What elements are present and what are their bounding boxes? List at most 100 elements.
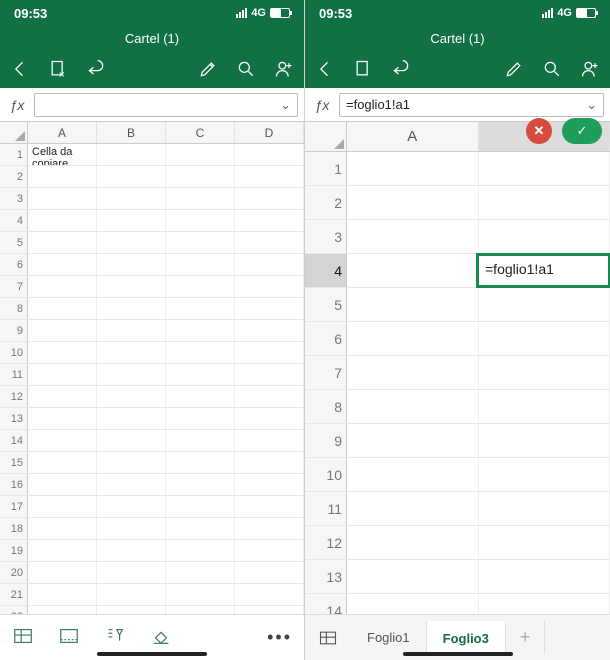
cell[interactable]: [97, 342, 166, 363]
more-icon[interactable]: •••: [267, 627, 292, 648]
cell[interactable]: [166, 342, 235, 363]
cell[interactable]: [235, 496, 304, 517]
cell[interactable]: [97, 364, 166, 385]
cell[interactable]: [347, 186, 479, 219]
cell[interactable]: [479, 220, 610, 253]
cell[interactable]: [479, 186, 610, 219]
search-icon[interactable]: [542, 59, 562, 79]
cell[interactable]: [97, 452, 166, 473]
cell[interactable]: [28, 408, 97, 429]
share-person-icon[interactable]: [274, 59, 294, 79]
search-icon[interactable]: [236, 59, 256, 79]
row-header[interactable]: 5: [305, 288, 347, 321]
cell[interactable]: [28, 342, 97, 363]
cell[interactable]: [166, 606, 235, 614]
cell[interactable]: [97, 540, 166, 561]
cell[interactable]: [28, 166, 97, 187]
cell[interactable]: [479, 288, 610, 321]
row-header[interactable]: 8: [0, 298, 28, 319]
row-header[interactable]: 9: [305, 424, 347, 457]
cell[interactable]: [28, 276, 97, 297]
cell[interactable]: [347, 594, 479, 614]
row-header[interactable]: 2: [305, 186, 347, 219]
row-header[interactable]: 14: [0, 430, 28, 451]
cell[interactable]: [347, 526, 479, 559]
share-person-icon[interactable]: [580, 59, 600, 79]
cell[interactable]: [479, 560, 610, 593]
cell[interactable]: [235, 452, 304, 473]
cell[interactable]: [97, 276, 166, 297]
cell[interactable]: [235, 232, 304, 253]
row-header[interactable]: 9: [0, 320, 28, 341]
cell[interactable]: [166, 210, 235, 231]
row-header[interactable]: 11: [0, 364, 28, 385]
cell[interactable]: [97, 408, 166, 429]
cell[interactable]: [28, 584, 97, 605]
row-header[interactable]: 11: [305, 492, 347, 525]
cell[interactable]: [97, 584, 166, 605]
row-header[interactable]: 16: [0, 474, 28, 495]
cell[interactable]: [97, 210, 166, 231]
cell[interactable]: [166, 320, 235, 341]
cell[interactable]: [97, 254, 166, 275]
cell[interactable]: =foglio1!a1: [477, 254, 610, 287]
cell[interactable]: [235, 254, 304, 275]
cell[interactable]: [347, 220, 479, 253]
cell[interactable]: [97, 474, 166, 495]
cell[interactable]: [479, 594, 610, 614]
cell[interactable]: [347, 424, 479, 457]
row-header[interactable]: 10: [0, 342, 28, 363]
cell[interactable]: [166, 144, 235, 165]
cell[interactable]: [97, 606, 166, 614]
row-header[interactable]: 20: [0, 562, 28, 583]
workbook-title[interactable]: Cartel (1): [0, 26, 304, 50]
cell[interactable]: [97, 430, 166, 451]
new-doc-icon[interactable]: [48, 59, 68, 79]
row-header[interactable]: 4: [0, 210, 28, 231]
sheet-tab-foglio1[interactable]: Foglio1: [351, 622, 427, 653]
undo-icon[interactable]: [391, 59, 411, 79]
cell[interactable]: [235, 276, 304, 297]
cell[interactable]: [235, 210, 304, 231]
cell[interactable]: [28, 188, 97, 209]
sheets-icon[interactable]: [12, 625, 34, 650]
cell[interactable]: [28, 210, 97, 231]
cell[interactable]: [479, 458, 610, 491]
row-header[interactable]: 13: [305, 560, 347, 593]
cell[interactable]: [166, 408, 235, 429]
cell[interactable]: [166, 518, 235, 539]
row-header[interactable]: 13: [0, 408, 28, 429]
row-header[interactable]: 12: [0, 386, 28, 407]
cards-icon[interactable]: [58, 625, 80, 650]
sheets-icon[interactable]: [305, 628, 351, 648]
cell[interactable]: [166, 562, 235, 583]
row-header[interactable]: 3: [0, 188, 28, 209]
cell[interactable]: [166, 540, 235, 561]
cell[interactable]: [97, 496, 166, 517]
cell[interactable]: [166, 254, 235, 275]
row-header[interactable]: 1: [0, 144, 28, 165]
cell[interactable]: [347, 492, 479, 525]
cell[interactable]: [28, 606, 97, 614]
cell[interactable]: [235, 188, 304, 209]
cell[interactable]: [347, 152, 479, 185]
cell[interactable]: [166, 276, 235, 297]
cell[interactable]: [166, 584, 235, 605]
row-header[interactable]: 2: [0, 166, 28, 187]
undo-icon[interactable]: [86, 59, 106, 79]
select-all-icon[interactable]: [0, 122, 28, 143]
formula-input[interactable]: ⌄: [34, 93, 298, 117]
chevron-down-icon[interactable]: ⌄: [586, 97, 597, 113]
col-header-A[interactable]: A: [28, 122, 97, 143]
cell[interactable]: [347, 288, 479, 321]
row-header[interactable]: 10: [305, 458, 347, 491]
row-header[interactable]: 7: [0, 276, 28, 297]
cell[interactable]: [235, 518, 304, 539]
cell[interactable]: [166, 430, 235, 451]
cell[interactable]: [166, 452, 235, 473]
cell[interactable]: [28, 232, 97, 253]
new-doc-icon[interactable]: [353, 59, 373, 79]
cell[interactable]: [28, 386, 97, 407]
cell[interactable]: [28, 518, 97, 539]
cell[interactable]: [479, 424, 610, 457]
